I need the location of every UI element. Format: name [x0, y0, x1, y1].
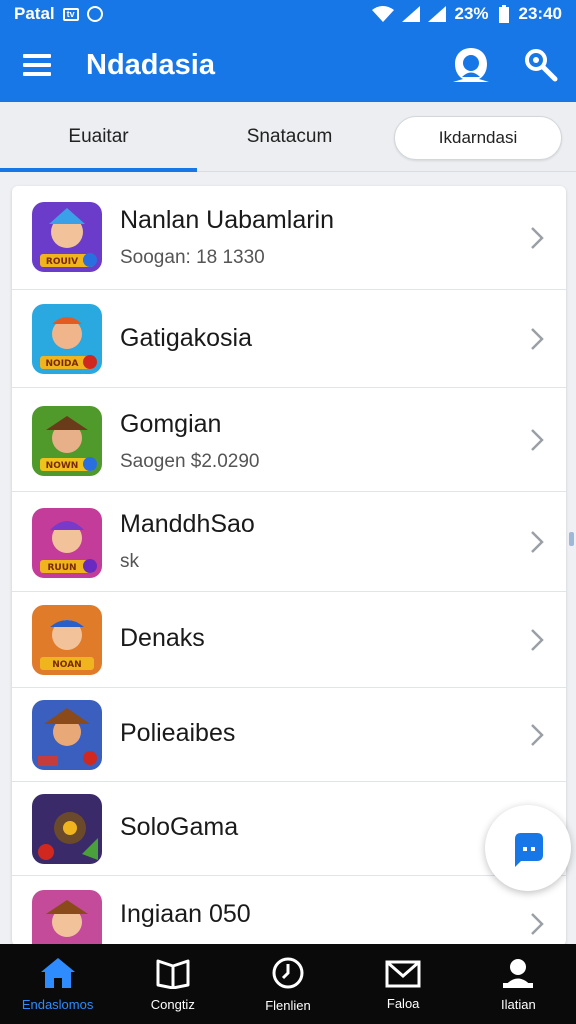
item-text: Nanlan Uabamlarin Soogan: 18 1330 — [120, 206, 334, 269]
list-item[interactable]: NOAN Denaks — [12, 592, 566, 688]
item-title: Ingiaan 050 — [120, 900, 251, 928]
tab-bar: Euaitar Snatacum Ikdarndasi — [0, 102, 576, 172]
item-title: Polieaibes — [120, 719, 236, 747]
item-title: Gomgian — [120, 410, 222, 438]
item-text: ManddhSao sk — [120, 510, 255, 573]
menu-button[interactable] — [0, 28, 74, 102]
nav-label: Endaslomos — [21, 996, 94, 1012]
chevron-right-icon — [531, 531, 544, 553]
item-text: Denaks — [120, 624, 205, 653]
chevron-right-icon — [531, 429, 544, 451]
list-item[interactable]: SoloGama — [12, 782, 566, 876]
item-text: Gomgian Saogen $2.0290 — [120, 410, 259, 473]
item-text: Polieaibes — [120, 719, 235, 748]
tab-snatacum[interactable]: Snatacum — [197, 102, 382, 172]
wifi-icon — [372, 6, 395, 22]
item-title: Nanlan Uabamlarin — [120, 206, 335, 234]
bottom-nav: Endaslomos Congtiz Flenlien Faloa Ilatia… — [0, 944, 576, 1024]
icon-badge-text: NOIDA — [46, 359, 79, 369]
game-icon — [32, 700, 102, 770]
item-title: Gatigakosia — [120, 324, 253, 352]
item-title: Denaks — [120, 624, 205, 652]
hamburger-icon — [23, 54, 51, 76]
chat-bubble-icon — [515, 833, 543, 867]
list-item[interactable]: NOWN Gomgian Saogen $2.0290 — [12, 388, 566, 492]
nav-label: Flenlien — [265, 997, 311, 1013]
tab-label: Ikdarndasi — [438, 128, 518, 147]
chevron-right-icon — [531, 227, 544, 249]
game-icon: NOAN — [32, 605, 102, 675]
tab-euaitar[interactable]: Euaitar — [0, 102, 197, 172]
item-title: SoloGama — [120, 813, 239, 841]
sync-icon — [86, 6, 103, 22]
nav-mail[interactable]: Faloa — [346, 944, 461, 1024]
nav-label: Ilatian — [500, 996, 536, 1012]
game-icon: ROUIV — [32, 202, 102, 272]
item-text: SoloGama — [120, 813, 238, 842]
nav-clock[interactable]: Flenlien — [230, 944, 345, 1024]
game-icon: NOIDA — [32, 304, 102, 374]
game-icon — [32, 794, 102, 864]
battery-icon — [498, 5, 509, 23]
item-subtitle: Soogan: 18 1330 — [120, 247, 265, 268]
chevron-right-icon — [531, 328, 544, 350]
status-left: Patal tv — [14, 4, 103, 24]
scrollbar-thumb[interactable] — [569, 532, 574, 546]
nav-label: Faloa — [386, 995, 420, 1011]
signal-icon-2 — [428, 6, 447, 22]
list-item[interactable]: ROUIV Nanlan Uabamlarin Soogan: 18 1330 — [12, 186, 566, 290]
icon-badge-text: NOAN — [52, 660, 81, 670]
tv-icon: tv — [62, 7, 79, 21]
game-icon: NOWN — [32, 406, 102, 476]
list-item[interactable]: Polieaibes — [12, 688, 566, 782]
tab-label: Euaitar — [68, 126, 129, 147]
item-subtitle: sk — [120, 551, 139, 572]
search-icon — [525, 49, 558, 82]
mail-icon — [385, 960, 421, 987]
chevron-right-icon — [531, 913, 544, 935]
item-text: Ingiaan 050 — [120, 900, 251, 929]
icon-badge-text: RUUN — [47, 563, 76, 573]
account-icon — [453, 48, 489, 82]
clock-icon — [272, 957, 304, 988]
nav-book[interactable]: Congtiz — [115, 944, 230, 1024]
list-item[interactable]: Ingiaan 050 — [12, 876, 566, 946]
active-tab-indicator — [0, 168, 197, 172]
chevron-right-icon — [531, 724, 544, 746]
item-text: Gatigakosia — [120, 324, 252, 353]
nav-home[interactable]: Endaslomos — [0, 944, 115, 1024]
book-icon — [156, 959, 190, 989]
game-list: ROUIV Nanlan Uabamlarin Soogan: 18 1330 … — [12, 186, 566, 946]
signal-icon — [402, 6, 421, 22]
icon-badge-text: NOWN — [46, 461, 79, 471]
search-button[interactable] — [506, 28, 576, 102]
page-title: Ndadasia — [86, 48, 215, 81]
game-icon: RUUN — [32, 508, 102, 578]
game-icon — [32, 890, 102, 946]
account-button[interactable] — [436, 28, 506, 102]
list-item[interactable]: RUUN ManddhSao sk — [12, 492, 566, 592]
nav-profile[interactable]: Ilatian — [461, 944, 576, 1024]
status-time: 23:40 — [518, 4, 562, 23]
list-item[interactable]: NOIDA Gatigakosia — [12, 290, 566, 388]
battery-percent: 23% — [454, 4, 489, 23]
icon-badge-text: ROUIV — [46, 257, 78, 267]
status-bar: Patal tv 23% 23:40 — [0, 0, 576, 28]
nav-label: Congtiz — [150, 996, 195, 1012]
status-right: 23% 23:40 — [372, 4, 562, 24]
app-bar: Ndadasia — [0, 28, 576, 102]
profile-icon — [503, 958, 534, 988]
item-title: ManddhSao — [120, 510, 255, 538]
status-carrier: Patal — [14, 4, 55, 23]
home-icon — [40, 957, 75, 988]
tab-ikdarndasi[interactable]: Ikdarndasi — [394, 116, 562, 160]
chevron-right-icon — [531, 629, 544, 651]
chat-fab-button[interactable] — [485, 805, 571, 891]
item-subtitle: Saogen $2.0290 — [120, 451, 260, 472]
tab-label: Snatacum — [246, 126, 333, 147]
